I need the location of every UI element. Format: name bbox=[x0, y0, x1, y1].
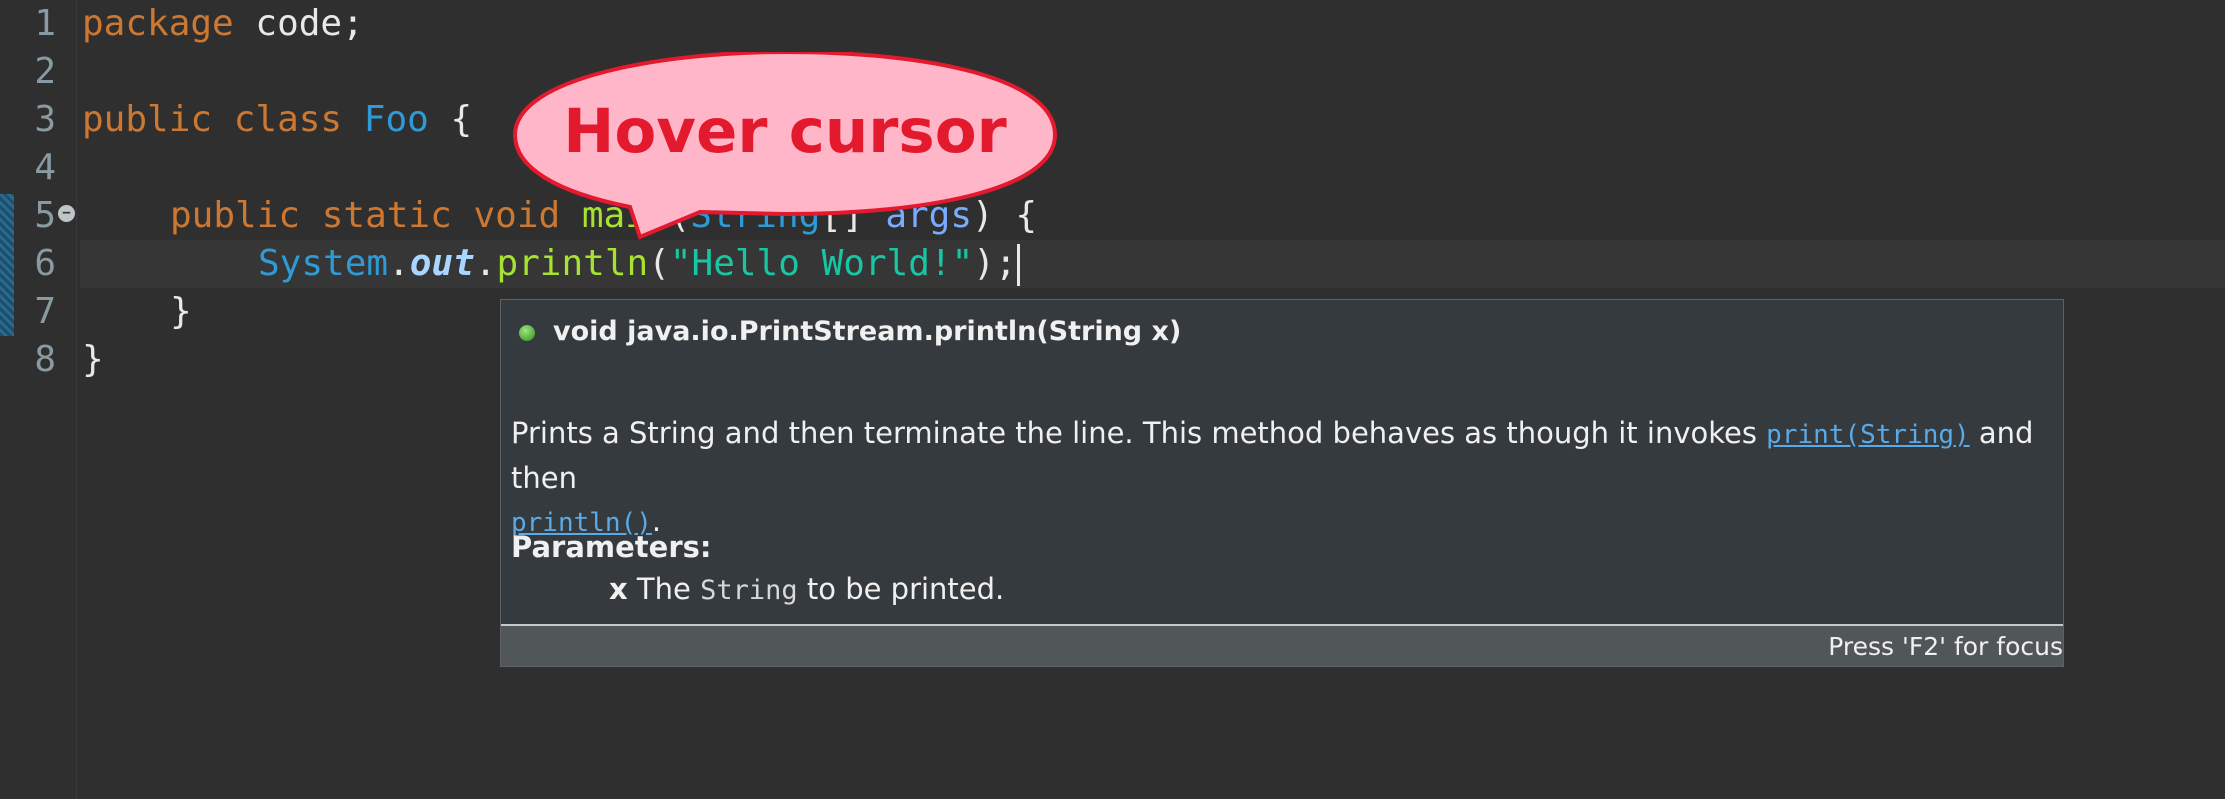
line-number-gutter: 1 2 3 4 5 6 7 8 − bbox=[0, 0, 77, 799]
line-number: 4 bbox=[34, 147, 56, 188]
line-number: 8 bbox=[34, 339, 56, 380]
code-line-3: public class Foo { bbox=[82, 99, 473, 140]
fold-collapse-icon[interactable]: − bbox=[58, 205, 75, 222]
code-line-1: package code; bbox=[82, 3, 364, 44]
line-number: 3 bbox=[34, 99, 56, 140]
parameters-heading: Parameters: bbox=[511, 530, 712, 564]
parameter-x: x The String to be printed. bbox=[609, 572, 1005, 606]
line-number: 1 bbox=[34, 3, 56, 44]
line-number: 7 bbox=[34, 291, 56, 332]
line-number: 6 bbox=[34, 243, 56, 284]
focus-hint: Press 'F2' for focus bbox=[1828, 632, 2063, 661]
hover-cursor-callout: Hover cursor bbox=[505, 49, 1065, 257]
line-number: 5 bbox=[34, 195, 56, 236]
code-line-7: } bbox=[170, 291, 192, 332]
javadoc-hover-popup[interactable]: void java.io.PrintStream.println(String … bbox=[500, 299, 2064, 667]
hover-status-bar: Press 'F2' for focus bbox=[501, 624, 2063, 666]
line-number: 2 bbox=[34, 51, 56, 92]
callout-label: Hover cursor bbox=[563, 96, 1007, 167]
method-description: Prints a String and then terminate the l… bbox=[511, 416, 2034, 538]
code-line-8: } bbox=[82, 339, 104, 380]
method-signature: void java.io.PrintStream.println(String … bbox=[519, 312, 1181, 352]
public-method-icon bbox=[519, 324, 535, 341]
link-print-string[interactable]: print(String) bbox=[1766, 420, 1970, 450]
